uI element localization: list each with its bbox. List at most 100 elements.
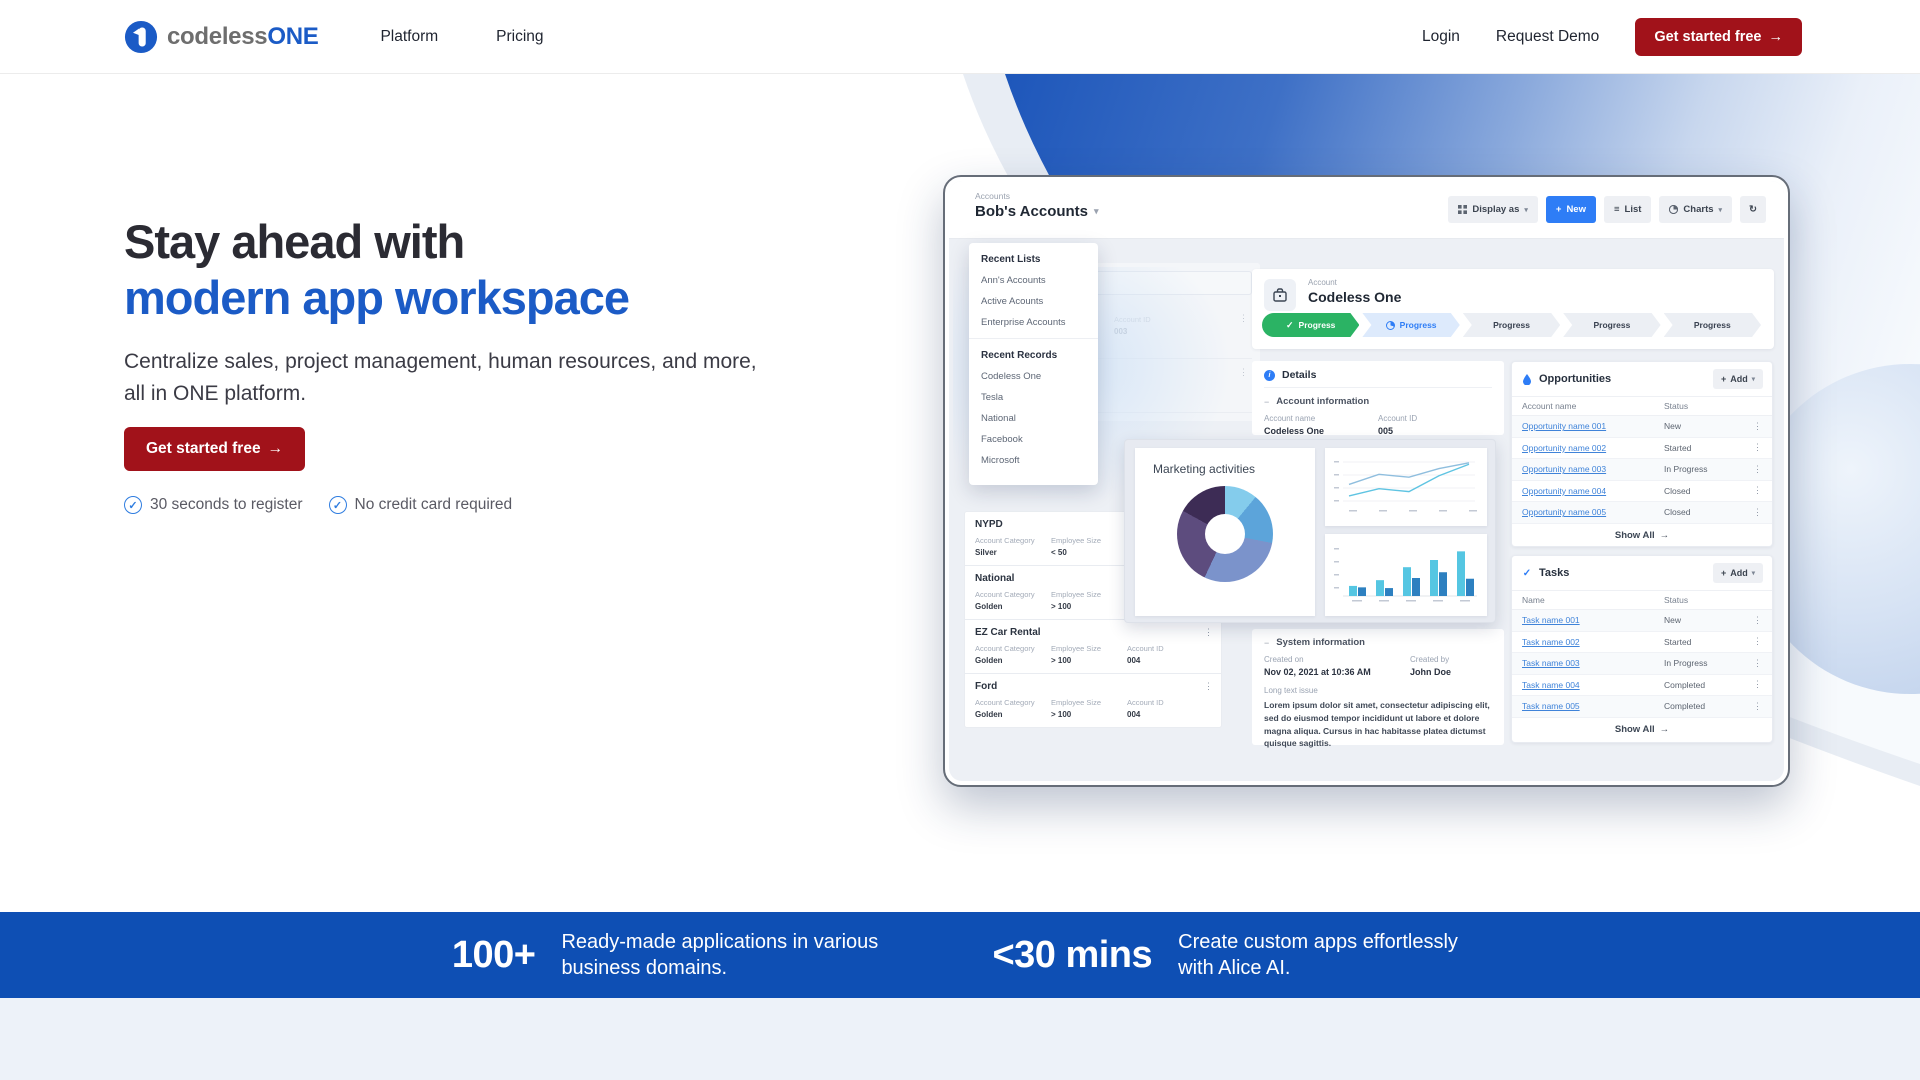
refresh-button[interactable]: ↻ [1740, 196, 1766, 223]
field-label: Account ID [1127, 698, 1203, 707]
progress-step[interactable]: Progress [1664, 313, 1761, 337]
kebab-menu-icon[interactable]: ⋮ [1753, 485, 1762, 496]
search-input[interactable] [1074, 271, 1252, 295]
account-card-field: Account ID004 [1127, 644, 1203, 665]
table-row[interactable]: Task name 003In Progress⋮ [1512, 653, 1772, 675]
request-demo-link[interactable]: Request Demo [1496, 28, 1599, 46]
hero-title: Stay ahead with modern app workspace [124, 214, 629, 326]
show-all-tasks[interactable]: Show All→ [1512, 718, 1772, 741]
list-item[interactable]: Account ID 003 ⋮ [1074, 305, 1252, 359]
record-link[interactable]: Opportunity name 004 [1522, 486, 1664, 496]
dropdown-item[interactable]: Enterprise Accounts [981, 317, 1086, 328]
record-link[interactable]: Task name 003 [1522, 658, 1664, 668]
field-value: > 100 [1051, 656, 1127, 665]
kebab-menu-icon[interactable]: ⋮ [1753, 464, 1762, 475]
field-value: 005 [1378, 426, 1492, 436]
account-information-section[interactable]: − Account information [1264, 396, 1492, 407]
recent-records: Codeless One Tesla National Facebook Microso… [981, 371, 1086, 466]
record-link[interactable]: Opportunity name 003 [1522, 464, 1664, 474]
record-link[interactable]: Opportunity name 005 [1522, 507, 1664, 517]
progress-step[interactable]: ✓Progress [1262, 313, 1359, 337]
account-card[interactable]: EZ Car RentalAccount CategoryGoldenEmplo… [965, 620, 1221, 674]
dropdown-item[interactable]: National [981, 413, 1086, 424]
chevron-down-icon: ▾ [1752, 375, 1755, 383]
field-value: Golden [975, 656, 1051, 665]
nav-right: Login Request Demo Get started free→ [1422, 18, 1802, 56]
table-row[interactable]: Task name 005Completed⋮ [1512, 696, 1772, 718]
add-opportunity-button[interactable]: + Add ▾ [1713, 369, 1763, 389]
record-link[interactable]: Task name 005 [1522, 701, 1664, 711]
record-link[interactable]: Task name 001 [1522, 615, 1664, 625]
record-link[interactable]: Task name 002 [1522, 637, 1664, 647]
step-label: Progress [1694, 320, 1731, 330]
field-label: Employee Size [1051, 644, 1127, 653]
charts-button[interactable]: Charts▾ [1659, 196, 1732, 223]
page-title[interactable]: Bob's Accounts▾ [975, 203, 1099, 220]
nav-link-pricing[interactable]: Pricing [496, 28, 543, 46]
hero-get-started-button[interactable]: Get started free→ [124, 427, 305, 471]
kebab-menu-icon[interactable]: ⋮ [1753, 442, 1762, 453]
status-value: Completed [1664, 701, 1753, 711]
bottom-section [0, 998, 1920, 1080]
table-row[interactable]: Opportunity name 005Closed⋮ [1512, 502, 1772, 524]
field-value: 004 [1127, 656, 1203, 665]
dropdown-item[interactable]: Active Acounts [981, 296, 1086, 307]
dropdown-item[interactable]: Ann's Accounts [981, 275, 1086, 286]
system-information-section[interactable]: − System information [1264, 637, 1492, 648]
dropdown-item[interactable]: Facebook [981, 434, 1086, 445]
kebab-menu-icon[interactable]: ⋮ [1239, 367, 1248, 378]
kebab-menu-icon[interactable]: ⋮ [1753, 507, 1762, 518]
status-value: New [1664, 421, 1753, 431]
display-as-button[interactable]: Display as▾ [1448, 196, 1538, 223]
kebab-menu-icon[interactable]: ⋮ [1753, 421, 1762, 432]
table-row[interactable]: Task name 004Completed⋮ [1512, 675, 1772, 697]
new-button[interactable]: +New [1546, 196, 1596, 223]
step-label: Progress [1400, 320, 1437, 330]
table-row[interactable]: Opportunity name 004Closed⋮ [1512, 481, 1772, 503]
progress-step[interactable]: Progress [1463, 313, 1560, 337]
record-link[interactable]: Task name 004 [1522, 680, 1664, 690]
step-label: Progress [1493, 320, 1530, 330]
field-label: Employee Size [1051, 536, 1127, 545]
kebab-menu-icon[interactable]: ⋮ [1204, 627, 1213, 638]
get-started-button[interactable]: Get started free→ [1635, 18, 1802, 56]
record-link[interactable]: Opportunity name 001 [1522, 421, 1664, 431]
field-value: 004 [1127, 710, 1203, 719]
dropdown-item[interactable]: Microsoft [981, 455, 1086, 466]
field-label: Created on [1264, 655, 1410, 664]
kebab-menu-icon[interactable]: ⋮ [1239, 313, 1248, 324]
table-row[interactable]: Opportunity name 001New⋮ [1512, 416, 1772, 438]
login-link[interactable]: Login [1422, 28, 1460, 46]
add-task-button[interactable]: + Add ▾ [1713, 563, 1763, 583]
progress-step[interactable]: Progress [1563, 313, 1660, 337]
kebab-menu-icon[interactable]: ⋮ [1753, 636, 1762, 647]
table-row[interactable]: Task name 001New⋮ [1512, 610, 1772, 632]
show-all-opportunities[interactable]: Show All→ [1512, 524, 1772, 547]
kebab-menu-icon[interactable]: ⋮ [1753, 658, 1762, 669]
table-header: Account nameStatus [1512, 396, 1772, 416]
account-icon [1264, 279, 1296, 311]
dropdown-item[interactable]: Codeless One [981, 371, 1086, 382]
logo[interactable]: codelessONE [124, 20, 318, 54]
account-card[interactable]: FordAccount CategoryGoldenEmployee Size>… [965, 674, 1221, 727]
stat-value: <30 mins [992, 934, 1152, 977]
table-row[interactable]: Task name 002Started⋮ [1512, 632, 1772, 654]
table-row[interactable]: Opportunity name 003In Progress⋮ [1512, 459, 1772, 481]
plus-icon: + [1721, 374, 1726, 384]
kebab-menu-icon[interactable]: ⋮ [1204, 681, 1213, 692]
kebab-menu-icon[interactable]: ⋮ [1753, 615, 1762, 626]
nav-link-platform[interactable]: Platform [380, 28, 438, 46]
progress-step[interactable]: Progress [1362, 313, 1459, 337]
list-item[interactable]: ⋮ [1074, 359, 1252, 413]
list-view-button[interactable]: ≡List [1604, 196, 1651, 223]
table-row[interactable]: Opportunity name 002Started⋮ [1512, 438, 1772, 460]
kebab-menu-icon[interactable]: ⋮ [1753, 701, 1762, 712]
record-link[interactable]: Opportunity name 002 [1522, 443, 1664, 453]
entity-type-label: Account [1308, 278, 1337, 287]
dropdown-item[interactable]: Tesla [981, 392, 1086, 403]
arrow-icon: → [1660, 530, 1670, 541]
kebab-menu-icon[interactable]: ⋮ [1753, 679, 1762, 690]
account-card-field: Employee Size > 100 [1051, 644, 1127, 665]
collapse-icon[interactable]: − [1264, 638, 1269, 648]
collapse-icon[interactable]: − [1264, 397, 1269, 407]
